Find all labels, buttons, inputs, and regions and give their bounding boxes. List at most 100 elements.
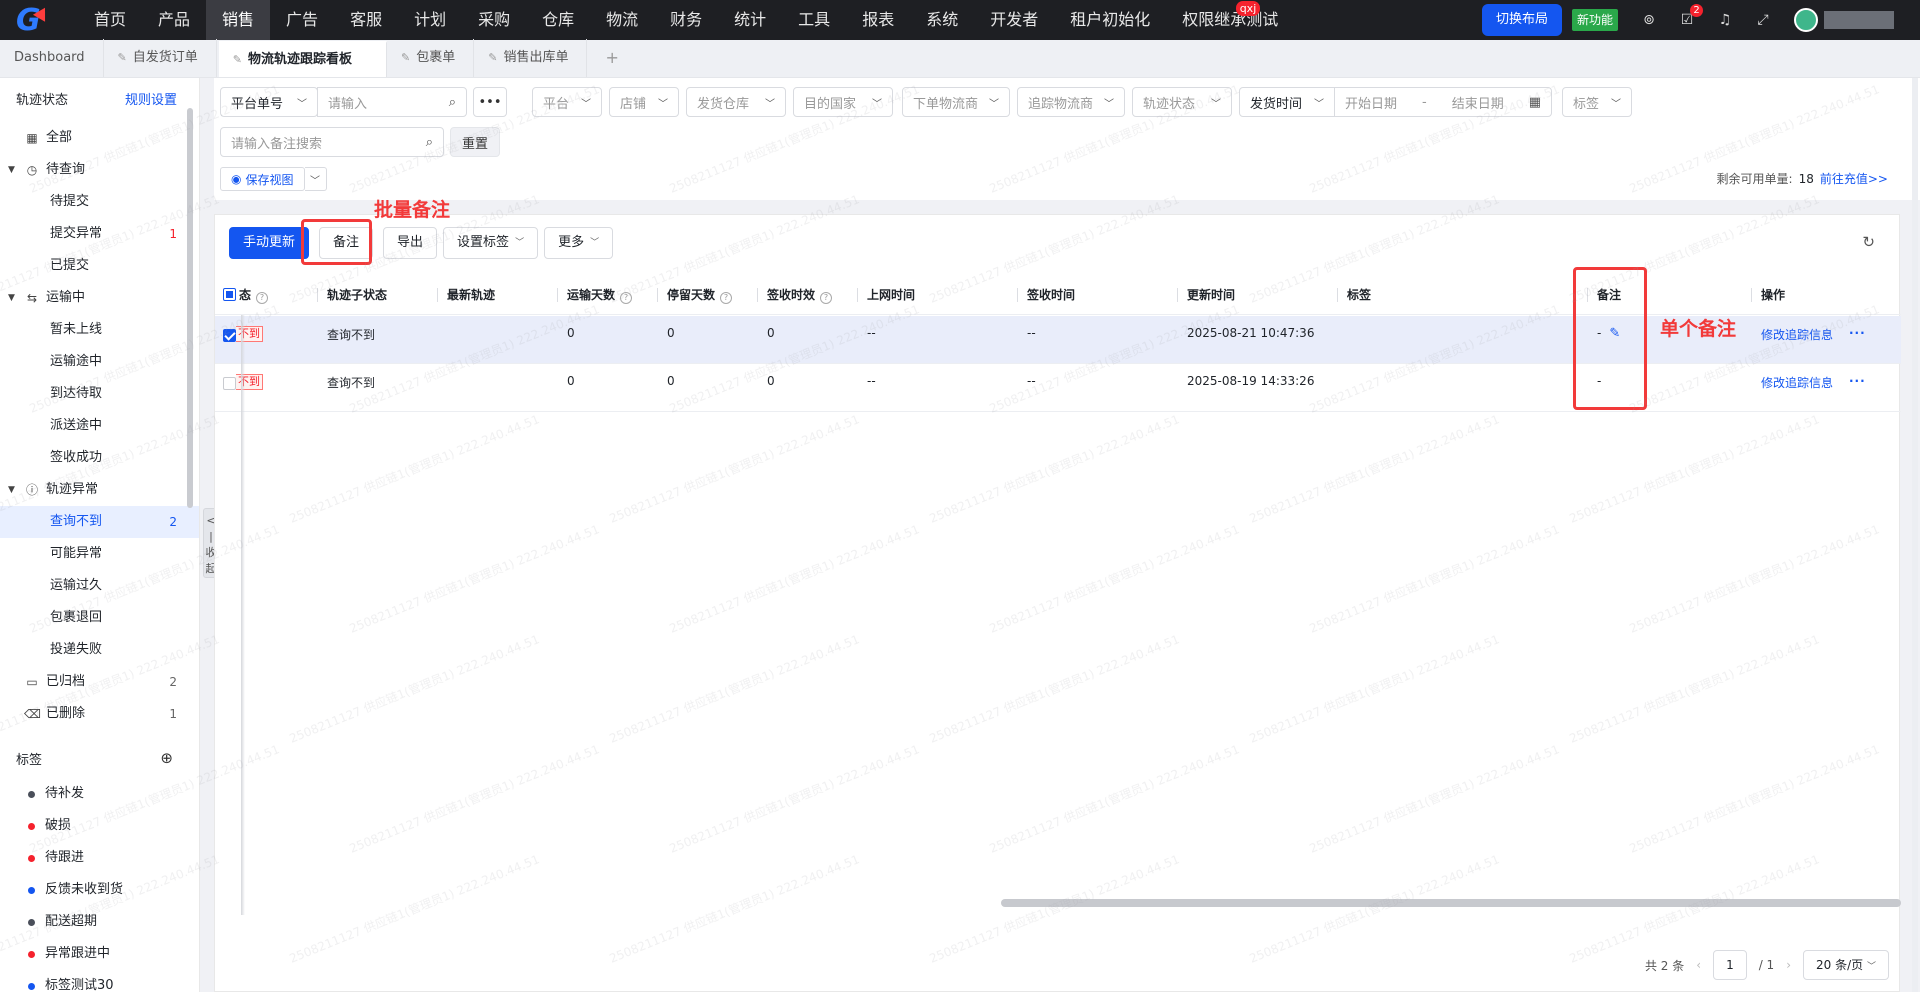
refresh-icon[interactable]: ↻ [1862, 233, 1875, 251]
page-size-select[interactable]: 20 条/页 ﹀ [1803, 950, 1889, 980]
col-sign-efficiency[interactable]: 签收时效? [757, 275, 833, 315]
sidebar-item[interactable]: 投递失败 [0, 634, 199, 666]
help-icon[interactable]: ? [820, 292, 833, 304]
search-icon[interactable]: ⌕ [449, 95, 456, 110]
nav-item[interactable]: 工具 [782, 0, 846, 40]
row-checkbox[interactable] [223, 377, 236, 390]
col-divider[interactable] [857, 288, 858, 302]
nav-item[interactable]: 产品 [142, 0, 206, 40]
sidebar-item[interactable]: ▭ 已归档 2 [0, 666, 199, 698]
select-all-checkbox[interactable] [223, 288, 236, 301]
col-divider[interactable] [757, 288, 758, 302]
order-no-input[interactable]: 请输入 ⌕ [317, 87, 467, 117]
export-button[interactable]: 导出 [383, 227, 438, 259]
sidebar-item[interactable]: 已提交 [0, 250, 199, 282]
page-scrollbar[interactable] [1912, 78, 1918, 992]
col-divider[interactable] [657, 288, 658, 302]
sidebar-item[interactable]: ⌫ 已删除 1 [0, 698, 199, 730]
sidebar-item[interactable]: 包裹退回 [0, 602, 199, 634]
col-online-time[interactable]: 上网时间 [857, 275, 915, 315]
nav-item[interactable]: 系统 [910, 0, 974, 40]
nav-item[interactable]: 报表 [846, 0, 910, 40]
tag-item[interactable]: 破损 [0, 810, 199, 842]
sidebar-item[interactable]: ▼ ⓘ 轨迹异常 [0, 474, 199, 506]
sidebar-item[interactable]: 可能异常 [0, 538, 199, 570]
nav-item[interactable]: 采购 [462, 0, 526, 40]
manual-update-button[interactable]: 手动更新 [229, 227, 310, 259]
search-icon[interactable]: ⌕ [426, 135, 433, 150]
col-sign-time[interactable]: 签收时间 [1017, 275, 1075, 315]
time-type-select[interactable]: 发货时间 ﹀ [1239, 87, 1335, 117]
col-update-time[interactable]: 更新时间 [1177, 275, 1235, 315]
nav-item[interactable]: 租户初始化 [1054, 0, 1166, 40]
col-actions[interactable]: 操作 [1751, 275, 1785, 315]
nav-item[interactable]: 仓库 [526, 0, 590, 40]
pin-icon[interactable]: ✎ [401, 39, 410, 77]
caret-down-icon[interactable]: ▼ [8, 474, 20, 506]
tag-item[interactable]: 标签测试30 [0, 970, 199, 992]
set-tag-button[interactable]: 设置标签 ﹀ [443, 227, 539, 259]
next-page-icon[interactable]: › [1786, 958, 1791, 972]
col-divider[interactable] [1337, 288, 1338, 302]
tag-item[interactable]: 待补发 [0, 778, 199, 810]
col-latest-track[interactable]: 最新轨迹 [437, 275, 495, 315]
nav-item[interactable]: 物流 [590, 0, 654, 40]
col-stay-days[interactable]: 停留天数? [657, 275, 733, 315]
platform-select[interactable]: 平台 ﹀ [532, 87, 602, 117]
nav-item[interactable]: 开发者 [974, 0, 1054, 40]
caret-down-icon[interactable]: ▼ [8, 282, 20, 314]
col-tag[interactable]: 标签 [1337, 275, 1371, 315]
more-button[interactable]: 更多 ﹀ [544, 227, 614, 259]
save-view-dropdown[interactable]: ﹀ [304, 167, 327, 191]
table-row[interactable]: 不到 查询不到 0 0 0 -- -- 2025-08-19 14:33:26 … [215, 364, 1901, 412]
sidebar-item[interactable]: 到达待取 [0, 378, 199, 410]
nav-item[interactable]: 计划 [398, 0, 462, 40]
pin-icon[interactable]: ✎ [488, 39, 497, 77]
track-carrier-select[interactable]: 追踪物流商 ﹀ [1017, 87, 1125, 117]
sidebar-item[interactable]: 派送途中 [0, 410, 199, 442]
add-tag-icon[interactable]: ⊕ [160, 749, 173, 767]
sidebar-scrollbar[interactable] [187, 108, 193, 508]
col-divider[interactable] [1751, 288, 1752, 302]
sidebar-item[interactable]: 运输过久 [0, 570, 199, 602]
country-select[interactable]: 目的国家 ﹀ [793, 87, 893, 117]
fullscreen-icon[interactable]: ⤢ [1753, 10, 1773, 30]
sidebar-item[interactable]: 提交异常 1 [0, 218, 199, 250]
nav-item[interactable]: 财务 [654, 0, 718, 40]
tab-dashboard[interactable]: Dashboard [0, 39, 104, 77]
prev-page-icon[interactable]: ‹ [1696, 958, 1701, 972]
edit-tracking-link[interactable]: 修改追踪信息 [1761, 374, 1833, 391]
col-divider[interactable] [1177, 288, 1178, 302]
page-input[interactable]: 1 [1713, 950, 1747, 980]
horizontal-scrollbar[interactable] [1001, 899, 1901, 907]
tag-item[interactable]: 反馈未收到货 [0, 874, 199, 906]
carrier-select[interactable]: 下单物流商 ﹀ [902, 87, 1010, 117]
task-icon[interactable]: ☑ 2 [1677, 4, 1703, 30]
tag-select[interactable]: 标签 ﹀ [1562, 87, 1632, 117]
help-icon[interactable]: ? [256, 292, 269, 304]
help-icon[interactable]: ? [720, 292, 733, 304]
sidebar-item[interactable]: ▦ 全部 [0, 122, 199, 154]
col-divider[interactable] [437, 288, 438, 302]
caret-down-icon[interactable]: ▼ [8, 154, 20, 186]
app-logo[interactable]: G [0, 0, 78, 40]
more-actions-icon[interactable]: ··· [1849, 374, 1866, 388]
tab-parcels[interactable]: ✎ 包裹单 [387, 39, 475, 77]
sidebar-item[interactable]: 查询不到 2 [0, 506, 199, 538]
add-tab-button[interactable]: + [587, 39, 636, 77]
col-sub-status[interactable]: 轨迹子状态 [317, 275, 387, 315]
col-transit-days[interactable]: 运输天数? [557, 275, 633, 315]
sidebar-item[interactable]: ▼ ⇆ 运输中 [0, 282, 199, 314]
recharge-link[interactable]: 前往充值>> [1820, 172, 1888, 186]
track-status-select[interactable]: 轨迹状态 ﹀ [1132, 87, 1232, 117]
nav-item[interactable]: 广告 [270, 0, 334, 40]
more-actions-icon[interactable]: ··· [1849, 326, 1866, 340]
row-checkbox[interactable] [223, 329, 236, 342]
edit-tracking-link[interactable]: 修改追踪信息 [1761, 326, 1833, 343]
col-divider[interactable] [557, 288, 558, 302]
nav-item[interactable]: qxj 权限继承测试 [1166, 0, 1294, 40]
reset-button[interactable]: 重置 [450, 127, 500, 157]
sidebar-item[interactable]: 待提交 [0, 186, 199, 218]
avatar[interactable] [1794, 8, 1818, 32]
tab-sales-outbound[interactable]: ✎ 销售出库单 [474, 39, 588, 77]
